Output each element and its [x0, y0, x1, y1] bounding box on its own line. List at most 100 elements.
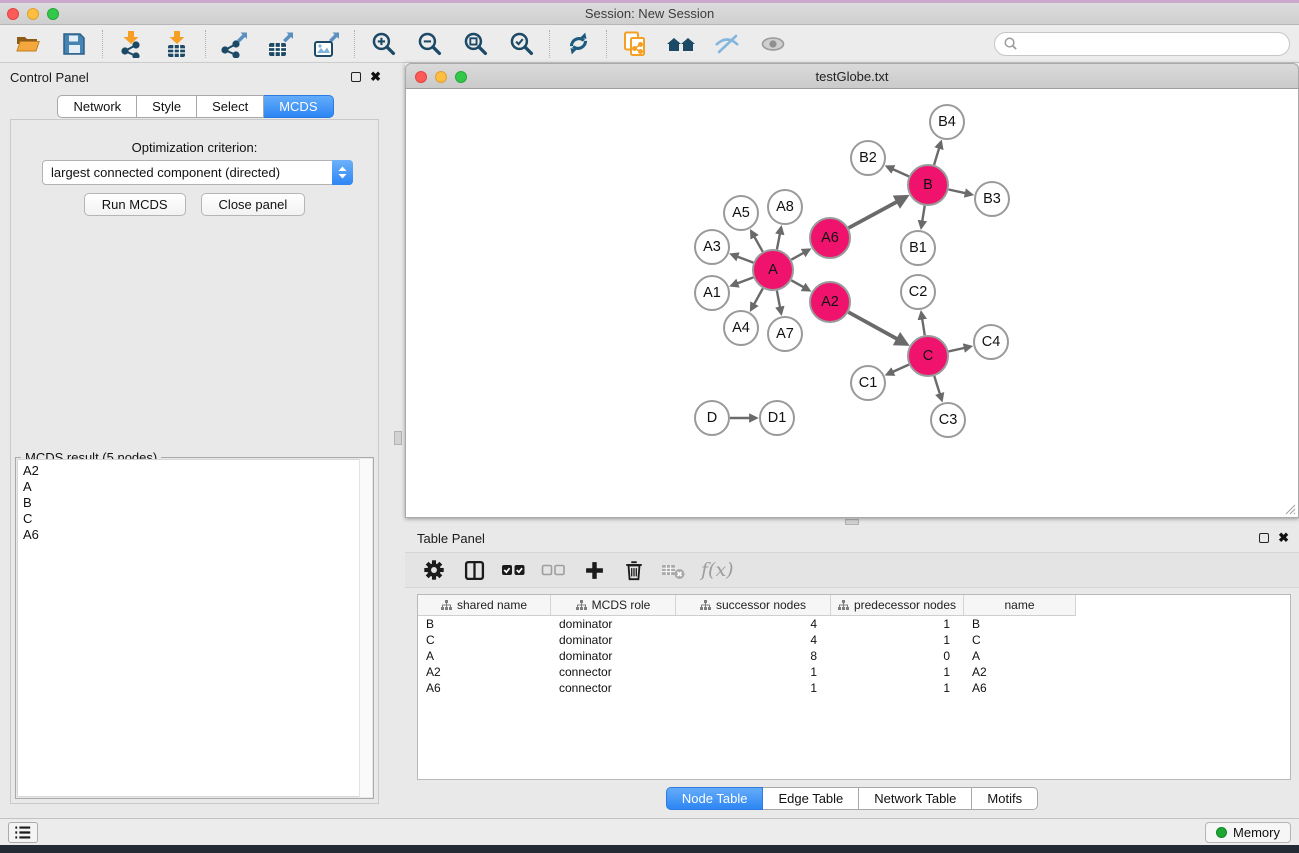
- tab-motifs[interactable]: Motifs: [972, 787, 1038, 810]
- edge-B-B3[interactable]: [949, 189, 967, 193]
- float-panel-icon[interactable]: [351, 72, 361, 82]
- edge-A-A1[interactable]: [737, 277, 754, 283]
- graph-node-A3[interactable]: A3: [695, 230, 729, 264]
- search-field[interactable]: [994, 32, 1290, 56]
- splitter-handle[interactable]: [845, 519, 859, 525]
- graph-node-B3[interactable]: B3: [975, 182, 1009, 216]
- close-window-button[interactable]: [7, 8, 19, 20]
- import-table-button[interactable]: [162, 29, 192, 59]
- task-history-button[interactable]: [8, 822, 38, 843]
- table-settings-button[interactable]: [421, 557, 447, 583]
- graph-node-C2[interactable]: C2: [901, 275, 935, 309]
- export-image-button[interactable]: [311, 29, 341, 59]
- delete-column-button[interactable]: [621, 557, 647, 583]
- add-column-button[interactable]: [581, 557, 607, 583]
- graph-node-B4[interactable]: B4: [930, 105, 964, 139]
- edge-B-B2[interactable]: [892, 169, 909, 177]
- tab-mcds[interactable]: MCDS: [264, 95, 333, 118]
- float-panel-icon[interactable]: [1259, 533, 1269, 543]
- network-graph[interactable]: AA1A2A3A4A5A6A7A8BB1B2B3B4CC1C2C3C4DD1: [406, 89, 1298, 516]
- export-table-button[interactable]: [265, 29, 295, 59]
- edge-A-A3[interactable]: [737, 256, 754, 262]
- mcds-result-item[interactable]: A6: [18, 527, 371, 543]
- edge-A-A2[interactable]: [791, 280, 804, 287]
- edge-A-A7[interactable]: [777, 291, 780, 308]
- search-input[interactable]: [1018, 36, 1281, 51]
- graph-node-C4[interactable]: C4: [974, 325, 1008, 359]
- edge-C-C2[interactable]: [922, 318, 925, 335]
- duplicate-network-button[interactable]: [620, 29, 650, 59]
- tab-network-table[interactable]: Network Table: [859, 787, 972, 810]
- edge-A2-C[interactable]: [848, 312, 898, 340]
- edge-A-A6[interactable]: [791, 252, 804, 259]
- horizontal-splitter[interactable]: [405, 518, 1299, 526]
- column-header-MCDS-role[interactable]: MCDS role: [551, 595, 676, 616]
- table-row[interactable]: Adominator80A: [418, 648, 1290, 664]
- import-network-button[interactable]: [116, 29, 146, 59]
- column-header-predecessor-nodes[interactable]: predecessor nodes: [831, 595, 964, 616]
- close-panel-button[interactable]: Close panel: [201, 193, 306, 216]
- close-panel-icon[interactable]: ✖: [370, 72, 381, 82]
- edge-B-B4[interactable]: [934, 147, 939, 165]
- edge-A6-B[interactable]: [848, 201, 898, 228]
- splitter-handle[interactable]: [394, 431, 402, 445]
- edge-A-A8[interactable]: [777, 233, 780, 249]
- network-minimize-button[interactable]: [435, 71, 447, 83]
- graph-node-D1[interactable]: D1: [760, 401, 794, 435]
- hide-graphics-details-button[interactable]: [712, 29, 742, 59]
- show-columns-button[interactable]: [461, 557, 487, 583]
- function-builder-button[interactable]: f(x): [701, 559, 734, 581]
- graph-node-B1[interactable]: B1: [901, 231, 935, 265]
- result-scrollbar[interactable]: [359, 459, 372, 797]
- graph-node-B[interactable]: B: [908, 165, 948, 205]
- column-header-successor-nodes[interactable]: successor nodes: [676, 595, 831, 616]
- mcds-result-item[interactable]: A2: [18, 463, 371, 479]
- zoom-window-button[interactable]: [47, 8, 59, 20]
- deselect-all-button[interactable]: [541, 557, 567, 583]
- mcds-result-item[interactable]: C: [18, 511, 371, 527]
- refresh-view-button[interactable]: [563, 29, 593, 59]
- table-row[interactable]: Cdominator41C: [418, 632, 1290, 648]
- minimize-window-button[interactable]: [27, 8, 39, 20]
- graph-node-A[interactable]: A: [753, 250, 793, 290]
- table-row[interactable]: A6connector11A6: [418, 680, 1290, 696]
- close-panel-icon[interactable]: ✖: [1278, 533, 1289, 543]
- network-zoom-button[interactable]: [455, 71, 467, 83]
- graph-node-A2[interactable]: A2: [810, 282, 850, 322]
- graph-node-A8[interactable]: A8: [768, 190, 802, 224]
- edge-A-A4[interactable]: [754, 288, 763, 304]
- optimization-criterion-select[interactable]: largest connected component (directed): [42, 160, 353, 185]
- resize-grip-icon[interactable]: [1284, 503, 1296, 515]
- graph-node-A5[interactable]: A5: [724, 196, 758, 230]
- zoom-selected-button[interactable]: [506, 29, 536, 59]
- edge-C-C4[interactable]: [948, 348, 965, 352]
- tab-node-table[interactable]: Node Table: [666, 787, 764, 810]
- tab-style[interactable]: Style: [137, 95, 197, 118]
- graph-node-C[interactable]: C: [908, 336, 948, 376]
- delete-table-button[interactable]: [661, 557, 687, 583]
- memory-button[interactable]: Memory: [1205, 822, 1291, 843]
- export-network-button[interactable]: [219, 29, 249, 59]
- home-layout-button[interactable]: [666, 29, 696, 59]
- zoom-out-button[interactable]: [414, 29, 444, 59]
- table-row[interactable]: Bdominator41B: [418, 616, 1290, 632]
- table-row[interactable]: A2connector11A2: [418, 664, 1290, 680]
- graph-node-A6[interactable]: A6: [810, 218, 850, 258]
- edge-A-A5[interactable]: [754, 236, 763, 252]
- edge-B-B1[interactable]: [922, 206, 925, 222]
- graph-node-C3[interactable]: C3: [931, 403, 965, 437]
- graph-node-B2[interactable]: B2: [851, 141, 885, 175]
- vertical-splitter[interactable]: [391, 63, 405, 818]
- graph-node-A4[interactable]: A4: [724, 311, 758, 345]
- column-header-shared-name[interactable]: shared name: [418, 595, 551, 616]
- graph-node-A1[interactable]: A1: [695, 276, 729, 310]
- run-mcds-button[interactable]: Run MCDS: [84, 193, 186, 216]
- graph-node-C1[interactable]: C1: [851, 366, 885, 400]
- tab-network[interactable]: Network: [57, 95, 137, 118]
- select-all-button[interactable]: [501, 557, 527, 583]
- mcds-result-item[interactable]: A: [18, 479, 371, 495]
- open-session-button[interactable]: [13, 29, 43, 59]
- graph-node-A7[interactable]: A7: [768, 317, 802, 351]
- tab-edge-table[interactable]: Edge Table: [763, 787, 859, 810]
- network-canvas[interactable]: AA1A2A3A4A5A6A7A8BB1B2B3B4CC1C2C3C4DD1: [405, 89, 1299, 518]
